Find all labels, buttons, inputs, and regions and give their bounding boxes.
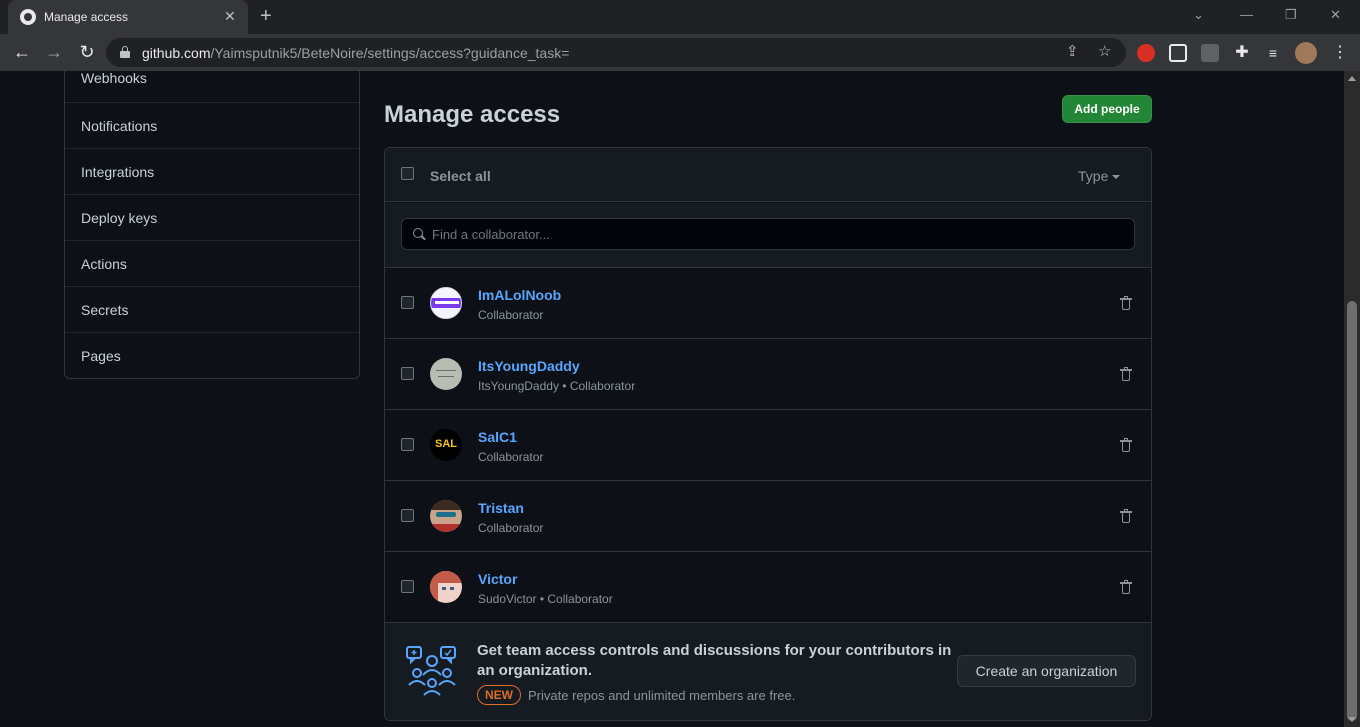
browser-tab-bar: Manage access ✕ + ⌄ — ❐ ✕ [0,0,1360,34]
collaborators-header: Select all Type [385,148,1151,202]
organization-promo: Get team access controls and discussions… [385,623,1151,720]
scroll-down-icon[interactable] [1348,717,1356,722]
member-name[interactable]: ImALolNoob [478,287,561,303]
member-name[interactable]: ItsYoungDaddy [478,358,580,374]
type-filter-dropdown[interactable]: Type [1078,168,1121,184]
member-role: SudoVictor • Collaborator [478,592,613,606]
url-text[interactable]: github.com/Yaimsputnik5/BeteNoire/settin… [142,45,569,61]
trash-icon[interactable] [1120,509,1132,524]
share-icon[interactable]: ⇪ [1066,43,1079,61]
lock-icon[interactable] [120,46,130,58]
avatar[interactable] [430,287,462,319]
member-checkbox[interactable] [401,580,414,593]
member-role: ItsYoungDaddy • Collaborator [478,379,636,393]
sidebar-item-secrets[interactable]: Secrets [65,287,359,333]
minimize-icon[interactable]: — [1240,7,1253,22]
crx-extension-icon[interactable] [1201,44,1219,62]
github-icon [20,9,36,25]
sidebar-item-deploy-keys[interactable]: Deploy keys [65,195,359,241]
tab-search-icon[interactable]: ⌄ [1193,7,1204,23]
page-content: Webhooks Notifications Integrations Depl… [0,71,1344,727]
member-checkbox[interactable] [401,438,414,451]
member-row: SAL SalC1 Collaborator [385,410,1151,481]
tab-title: Manage access [44,10,129,24]
member-row: Victor SudoVictor • Collaborator [385,552,1151,623]
member-row: ItsYoungDaddy ItsYoungDaddy • Collaborat… [385,339,1151,410]
select-all-checkbox[interactable] [401,167,414,180]
create-organization-button[interactable]: Create an organization [957,655,1136,687]
member-row: ImALolNoob Collaborator [385,268,1151,339]
scroll-up-icon[interactable] [1348,76,1356,81]
member-name[interactable]: Victor [478,571,517,587]
scroll-thumb[interactable] [1347,301,1357,721]
collaborators-box: Select all Type ImALolNoob Collaborator [384,147,1152,721]
avatar[interactable]: SAL [430,429,462,461]
address-bar[interactable]: github.com/Yaimsputnik5/BeteNoire/settin… [106,38,1126,67]
new-tab-button[interactable]: + [260,6,272,26]
sidebar-item-webhooks[interactable]: Webhooks [65,71,359,103]
close-icon[interactable]: ✕ [224,8,236,24]
sidebar-item-pages[interactable]: Pages [65,333,359,379]
browser-toolbar: ← → ↻ github.com/Yaimsputnik5/BeteNoire/… [0,34,1360,71]
search-input[interactable] [432,225,1112,243]
collaborator-search[interactable] [401,218,1135,250]
adblock-extension-icon[interactable] [1137,44,1155,62]
sidebar-item-actions[interactable]: Actions [65,241,359,287]
member-row: Tristan Collaborator [385,481,1151,552]
page-title: Manage access [384,101,561,128]
member-name[interactable]: SalC1 [478,429,517,445]
member-role: Collaborator [478,308,544,322]
member-role: Collaborator [478,521,544,535]
settings-sidebar: Webhooks Notifications Integrations Depl… [64,71,360,379]
team-discussion-icon [406,646,456,696]
member-checkbox[interactable] [401,509,414,522]
promo-title: Get team access controls and discussions… [477,642,952,679]
reload-icon[interactable]: ↻ [75,41,99,65]
window-close-icon[interactable]: ✕ [1330,7,1341,23]
profile-avatar[interactable] [1295,42,1317,64]
new-badge: NEW [477,685,521,705]
search-row [385,203,1151,268]
avatar[interactable] [430,500,462,532]
search-icon [413,228,426,241]
select-all-label[interactable]: Select all [430,168,491,184]
restore-icon[interactable]: ❐ [1285,7,1297,23]
member-role: Collaborator [478,450,544,464]
member-checkbox[interactable] [401,296,414,309]
menu-kebab-icon[interactable]: ⋮ [1332,44,1350,62]
back-icon[interactable]: ← [10,41,34,65]
browser-tab[interactable]: Manage access ✕ [8,0,248,34]
trash-icon[interactable] [1120,296,1132,311]
avatar[interactable] [430,358,462,390]
add-people-button[interactable]: Add people [1062,95,1152,123]
trash-icon[interactable] [1120,367,1132,382]
scrollbar[interactable] [1344,71,1360,727]
trash-icon[interactable] [1120,438,1132,453]
sidebar-item-integrations[interactable]: Integrations [65,149,359,195]
forward-icon[interactable]: → [42,41,66,65]
promo-note: Private repos and unlimited members are … [528,688,796,703]
bookmark-star-icon[interactable]: ☆ [1098,43,1111,61]
extensions-puzzle-icon[interactable]: ✚ [1233,44,1251,62]
extension-icon[interactable] [1169,44,1187,62]
avatar[interactable] [430,571,462,603]
sidebar-item-notifications[interactable]: Notifications [65,103,359,149]
trash-icon[interactable] [1120,580,1132,595]
member-name[interactable]: Tristan [478,500,524,516]
member-checkbox[interactable] [401,367,414,380]
media-control-icon[interactable]: ≡ [1264,44,1282,62]
caret-down-icon [1112,175,1121,180]
